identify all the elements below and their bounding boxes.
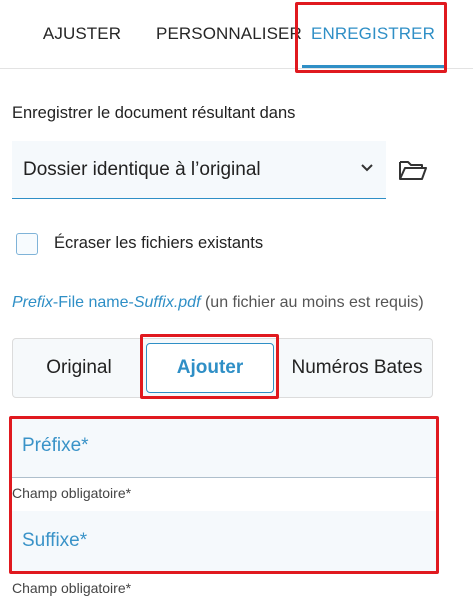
overwrite-label[interactable]: Écraser les fichiers existants [54, 234, 263, 253]
pattern-middle: -File name- [52, 294, 134, 311]
highlight-ajouter [140, 334, 279, 399]
tab-personnaliser[interactable]: PERSONNALISER [156, 24, 302, 48]
highlight-tab-enregistrer [295, 2, 447, 73]
pattern-note: (un fichier au moins est requis) [200, 294, 424, 311]
chevron-down-icon [361, 164, 373, 172]
pattern-suffix: Suffix.pdf [133, 294, 201, 311]
overwrite-checkbox[interactable] [16, 233, 38, 255]
save-location-value: Dossier identique à l’original [23, 159, 261, 180]
filename-pattern: Prefix-File name-Suffix.pdf (un fichier … [12, 290, 452, 315]
highlight-fields [9, 416, 439, 574]
folder-open-icon[interactable] [398, 158, 428, 182]
suffix-help-text: Champ obligatoire* [12, 580, 132, 596]
pattern-prefix: Prefix [12, 294, 53, 311]
tab-ajuster[interactable]: AJUSTER [42, 24, 122, 48]
save-location-select[interactable]: Dossier identique à l’original [12, 141, 386, 199]
mode-bates-button[interactable]: Numéros Bates [279, 339, 435, 397]
mode-original-button[interactable]: Original [13, 339, 145, 397]
save-location-label: Enregistrer le document résultant dans [12, 104, 296, 122]
